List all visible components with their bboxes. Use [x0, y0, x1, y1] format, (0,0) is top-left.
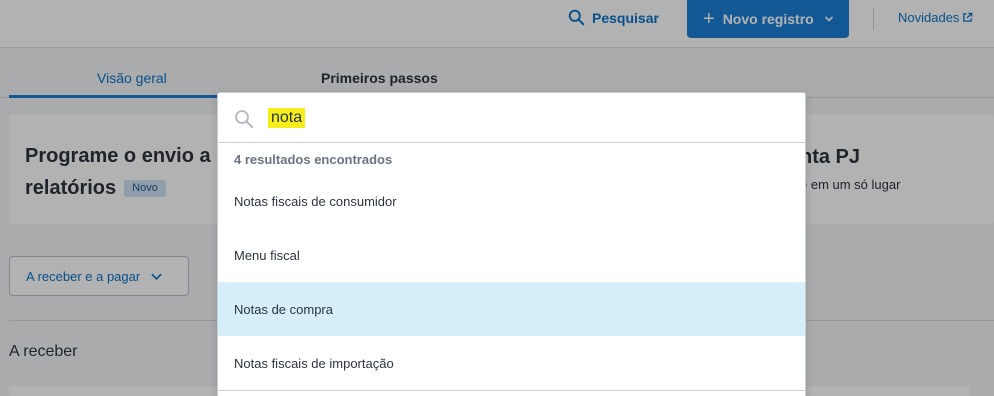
search-result-item[interactable]: Notas fiscais de importação [218, 336, 805, 390]
search-query: nota [268, 108, 306, 128]
search-input[interactable]: nota [218, 93, 805, 143]
popup-divider [218, 390, 805, 391]
search-result-item-highlighted[interactable]: Notas de compra [218, 282, 805, 336]
search-result-item[interactable]: Notas fiscais de consumidor [218, 174, 805, 228]
search-result-item[interactable]: Menu fiscal [218, 228, 805, 282]
search-icon [235, 110, 253, 128]
result-count: 4 resultados encontrados [234, 152, 393, 167]
search-popup: nota 4 resultados encontrados Notas fisc… [217, 92, 806, 396]
